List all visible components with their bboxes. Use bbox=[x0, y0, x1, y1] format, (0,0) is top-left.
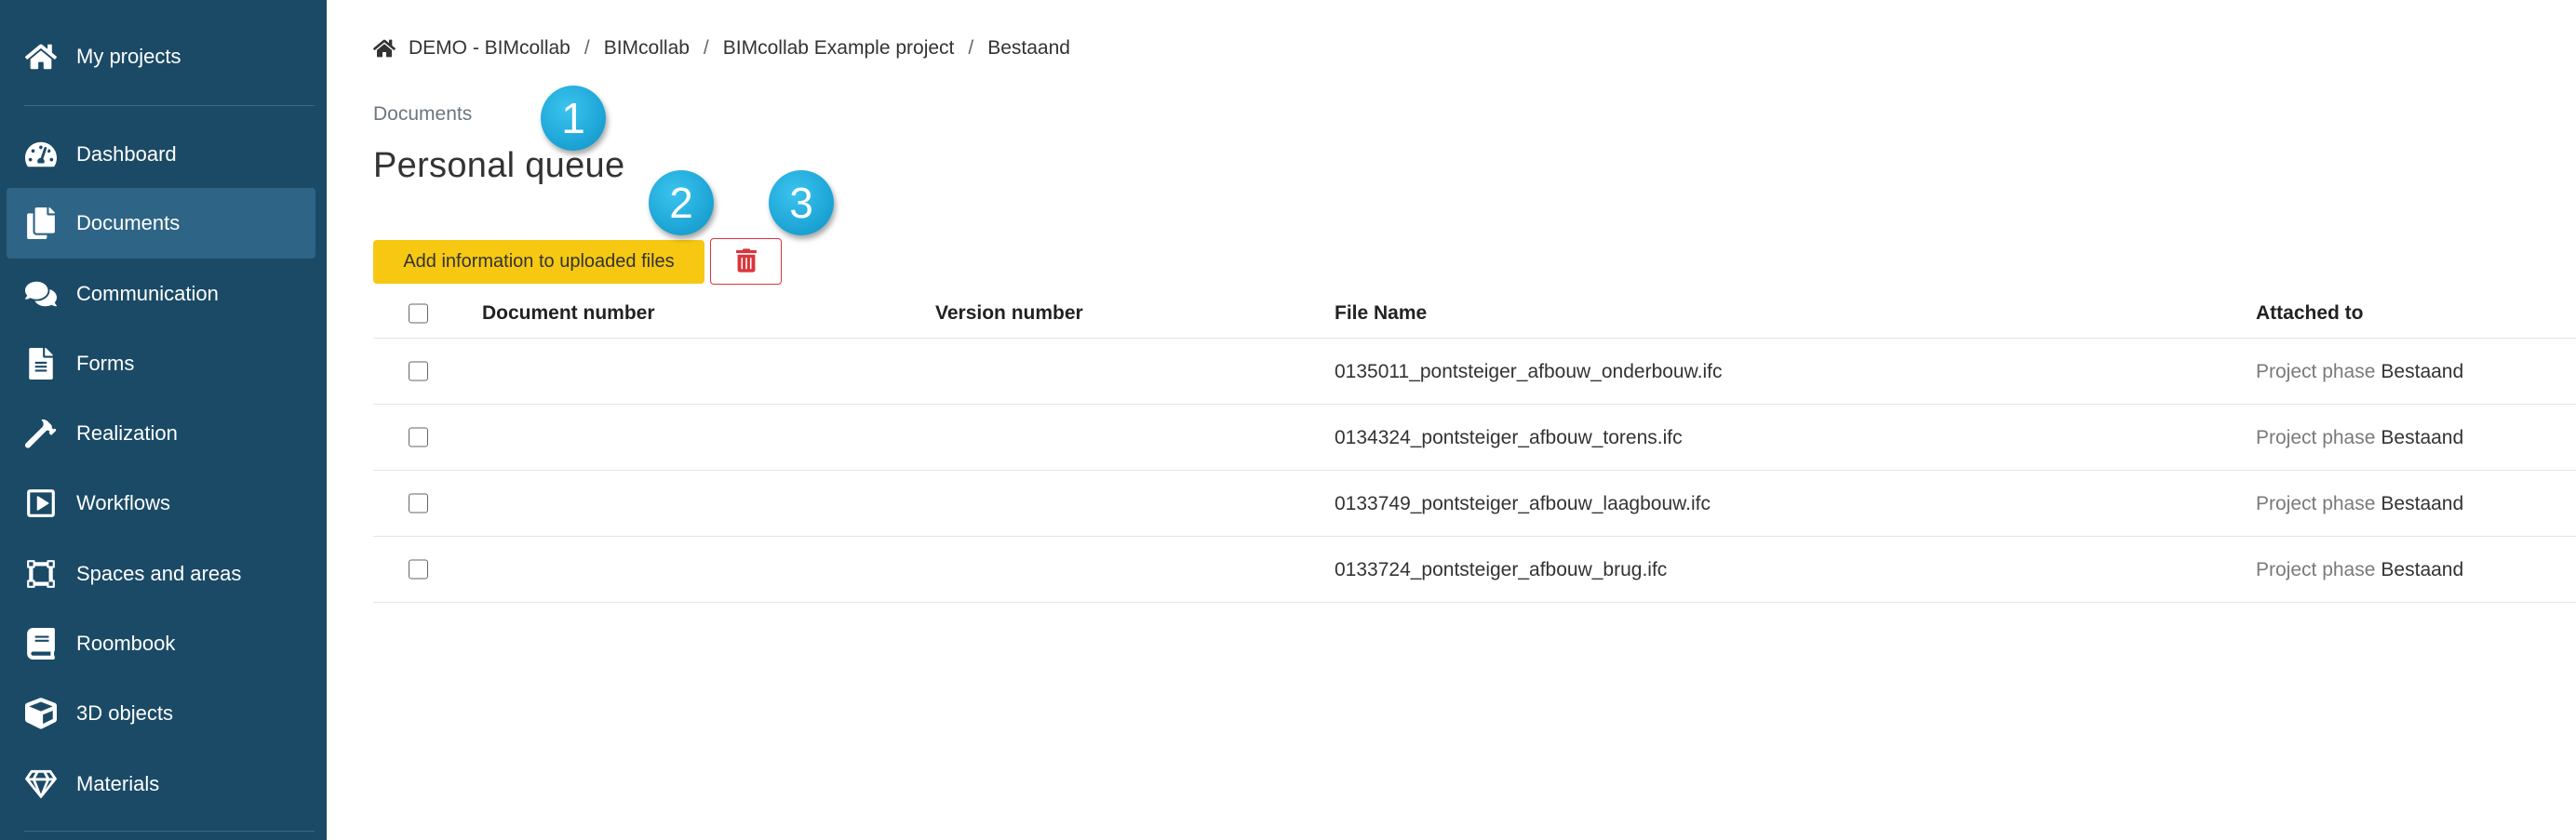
attached-value: Bestaand bbox=[2381, 558, 2464, 580]
table-row[interactable]: 0134324_pontsteiger_afbouw_torens.ifc Pr… bbox=[373, 405, 2576, 471]
sidebar-item-communication[interactable]: Communication bbox=[7, 259, 315, 329]
form-icon bbox=[24, 347, 58, 380]
row-checkbox[interactable] bbox=[409, 493, 428, 513]
dashboard-icon bbox=[24, 138, 58, 171]
home-icon bbox=[24, 40, 58, 73]
attached-prefix: Project phase bbox=[2256, 492, 2376, 514]
sidebar-item-label: 3D objects bbox=[76, 701, 173, 725]
section-label: Documents bbox=[373, 103, 473, 125]
delete-button[interactable] bbox=[710, 238, 782, 285]
breadcrumb-item[interactable]: Bestaand bbox=[987, 37, 1070, 60]
sidebar-item-materials[interactable]: Materials bbox=[7, 749, 315, 820]
comments-icon bbox=[24, 277, 58, 311]
column-header-document-number[interactable]: Document number bbox=[482, 288, 655, 339]
gem-icon bbox=[24, 767, 58, 801]
play-square-icon bbox=[24, 487, 58, 520]
sidebar-item-3d-objects[interactable]: 3D objects bbox=[7, 678, 315, 749]
trash-icon bbox=[735, 247, 757, 275]
select-all-checkbox[interactable] bbox=[409, 303, 428, 323]
file-name-cell: 0135011_pontsteiger_afbouw_onderbouw.ifc bbox=[1335, 360, 1723, 382]
file-name-cell: 0134324_pontsteiger_afbouw_torens.ifc bbox=[1335, 426, 1683, 448]
attached-value: Bestaand bbox=[2381, 360, 2464, 382]
callout-marker-2: 2 bbox=[649, 170, 714, 235]
hammer-icon bbox=[24, 417, 58, 450]
file-name-cell: 0133724_pontsteiger_afbouw_brug.ifc bbox=[1335, 558, 1668, 580]
add-information-button[interactable]: Add information to uploaded files bbox=[373, 240, 704, 284]
table-row[interactable]: 0135011_pontsteiger_afbouw_onderbouw.ifc… bbox=[373, 339, 2576, 405]
sidebar-item-spaces-and-areas[interactable]: Spaces and areas bbox=[7, 539, 315, 609]
breadcrumb-item[interactable]: BIMcollab bbox=[604, 37, 690, 60]
attached-to-cell: Project phase Bestaand bbox=[2256, 405, 2463, 471]
attached-value: Bestaand bbox=[2381, 492, 2464, 514]
sidebar-item-label: My projects bbox=[76, 45, 181, 68]
breadcrumb-item[interactable]: BIMcollab Example project bbox=[723, 37, 955, 60]
sidebar-item-realization[interactable]: Realization bbox=[7, 398, 315, 469]
attached-to-cell: Project phase Bestaand bbox=[2256, 339, 2463, 405]
breadcrumb-separator: / bbox=[968, 37, 974, 59]
sidebar-item-documents[interactable]: Documents bbox=[7, 188, 315, 259]
sidebar-item-label: Realization bbox=[76, 421, 178, 445]
attached-to-cell: Project phase Bestaand bbox=[2256, 471, 2463, 537]
row-checkbox[interactable] bbox=[409, 361, 428, 381]
attached-to-cell: Project phase Bestaand bbox=[2256, 537, 2463, 603]
documents-icon bbox=[24, 207, 58, 240]
sidebar-item-label: Documents bbox=[76, 211, 181, 234]
sidebar-item-dashboard[interactable]: Dashboard bbox=[7, 119, 315, 190]
column-header-attached-to[interactable]: Attached to bbox=[2256, 288, 2364, 339]
breadcrumb: DEMO - BIMcollab / BIMcollab / BIMcollab… bbox=[373, 35, 1070, 61]
breadcrumb-separator: / bbox=[584, 37, 590, 59]
breadcrumb-separator: / bbox=[703, 37, 709, 59]
sidebar-item-label: Materials bbox=[76, 772, 160, 795]
home-icon[interactable] bbox=[373, 38, 409, 59]
sidebar: My projects Dashboard Documents Communic… bbox=[0, 0, 327, 840]
documents-table: Document number Version number File Name… bbox=[373, 288, 2576, 603]
attached-prefix: Project phase bbox=[2256, 558, 2376, 580]
vector-square-icon bbox=[24, 557, 58, 591]
attached-prefix: Project phase bbox=[2256, 360, 2376, 382]
page-title: Personal queue bbox=[373, 146, 625, 185]
sidebar-item-label: Dashboard bbox=[76, 142, 177, 166]
file-name-cell: 0133749_pontsteiger_afbouw_laagbouw.ifc bbox=[1335, 492, 1711, 514]
sidebar-divider bbox=[24, 831, 315, 832]
sidebar-item-label: Forms bbox=[76, 352, 135, 375]
row-checkbox[interactable] bbox=[409, 559, 428, 580]
sidebar-item-workflows[interactable]: Workflows bbox=[7, 468, 315, 539]
table-row[interactable]: 0133724_pontsteiger_afbouw_brug.ifc Proj… bbox=[373, 537, 2576, 603]
sidebar-item-roombook[interactable]: Roombook bbox=[7, 608, 315, 679]
column-header-file-name[interactable]: File Name bbox=[1335, 288, 1427, 339]
attached-prefix: Project phase bbox=[2256, 426, 2376, 448]
callout-marker-1: 1 bbox=[541, 86, 606, 151]
sidebar-item-label: Roombook bbox=[76, 632, 176, 655]
sidebar-item-label: Workflows bbox=[76, 491, 171, 514]
callout-marker-3: 3 bbox=[769, 170, 834, 235]
row-checkbox[interactable] bbox=[409, 427, 428, 447]
sidebar-item-label: Spaces and areas bbox=[76, 562, 242, 585]
sidebar-item-forms[interactable]: Forms bbox=[7, 328, 315, 399]
breadcrumb-item[interactable]: DEMO - BIMcollab bbox=[409, 37, 570, 60]
sidebar-item-my-projects[interactable]: My projects bbox=[7, 21, 315, 92]
sidebar-item-label: Communication bbox=[76, 282, 219, 305]
cube-icon bbox=[24, 697, 58, 730]
sidebar-divider bbox=[24, 105, 315, 106]
column-header-version-number[interactable]: Version number bbox=[935, 288, 1083, 339]
table-header: Document number Version number File Name… bbox=[373, 288, 2576, 339]
table-row[interactable]: 0133749_pontsteiger_afbouw_laagbouw.ifc … bbox=[373, 471, 2576, 537]
attached-value: Bestaand bbox=[2381, 426, 2464, 448]
book-icon bbox=[24, 627, 58, 660]
